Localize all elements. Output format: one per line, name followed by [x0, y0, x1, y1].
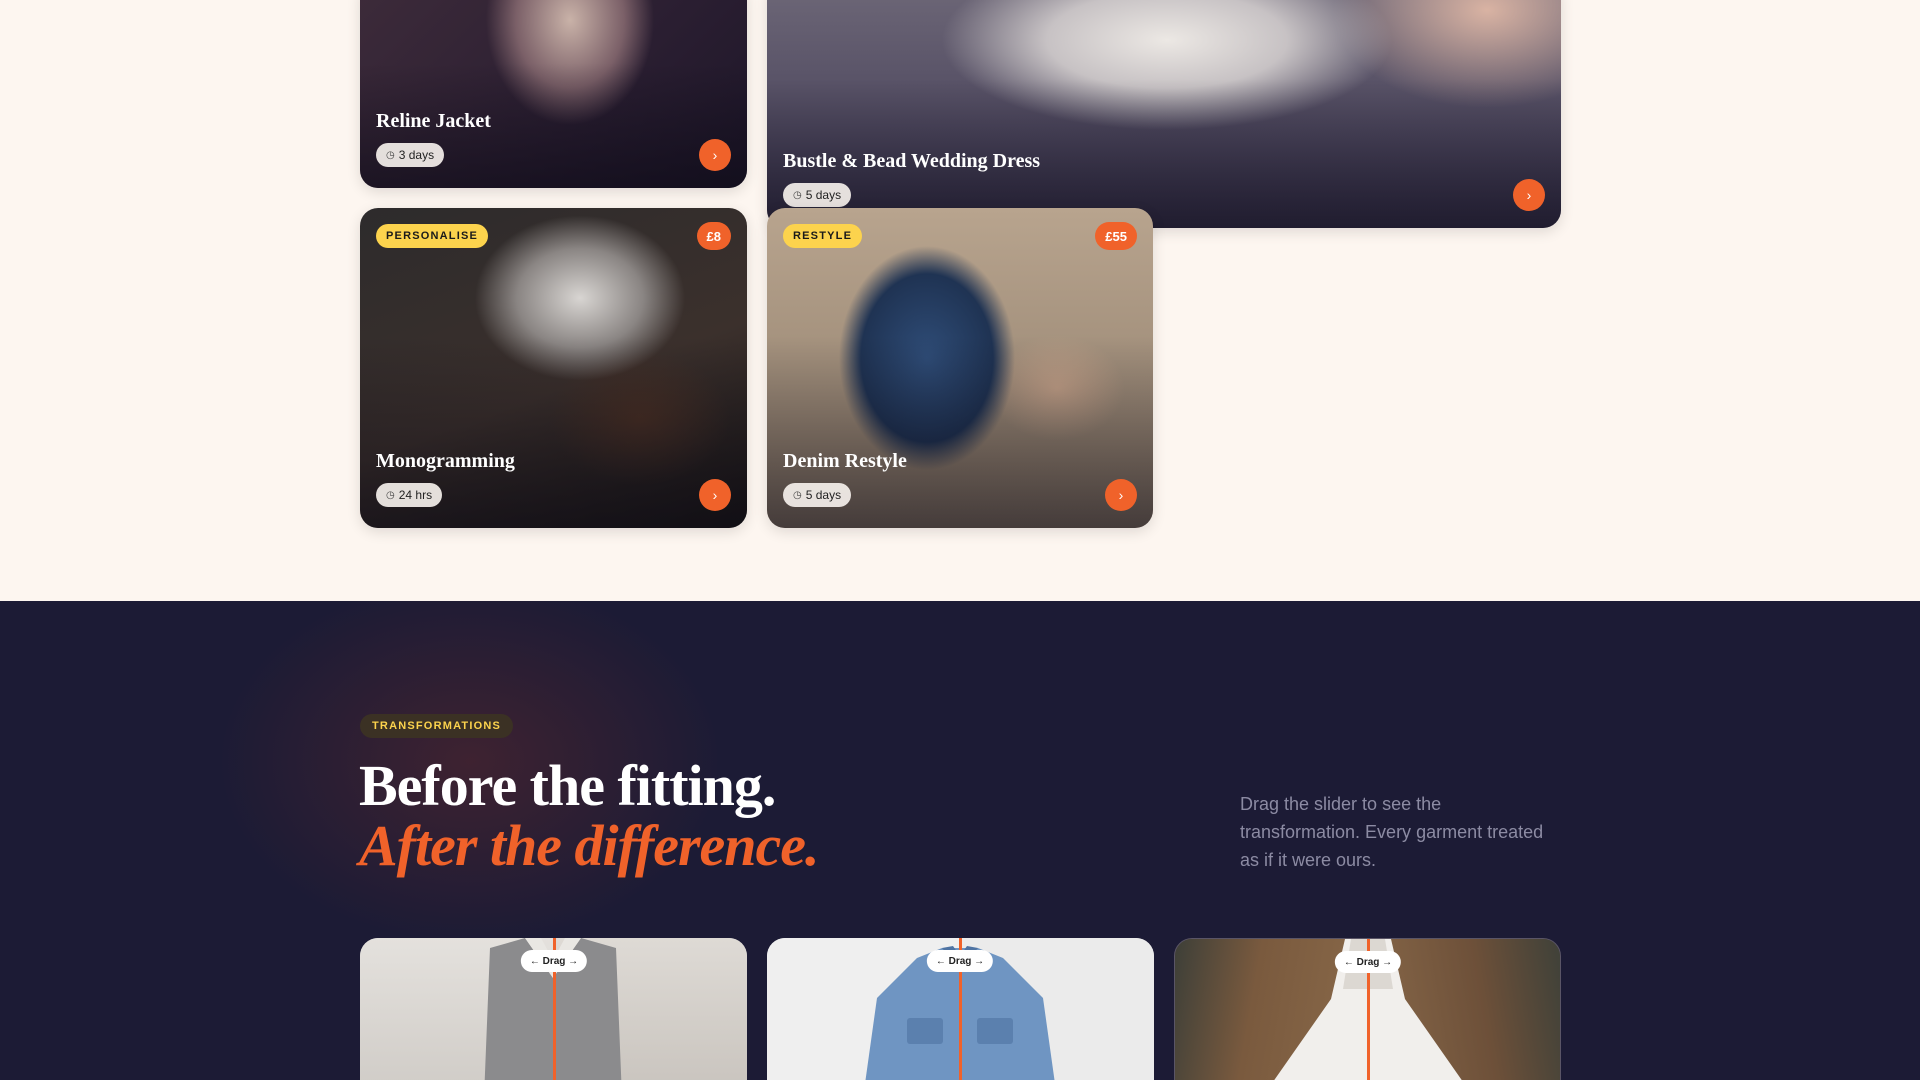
duration-badge: ◷ 3 days: [376, 143, 445, 167]
section-title: Before the fitting.: [359, 753, 776, 818]
clock-icon: ◷: [793, 489, 802, 501]
section-title-accent: After the difference.: [359, 813, 820, 878]
price-badge: £55: [1095, 222, 1137, 250]
card-shade: [767, 0, 1561, 228]
category-tag: PERSONALISE: [376, 224, 489, 248]
section-kicker: TRANSFORMATIONS: [360, 714, 514, 738]
drag-handle[interactable]: ← Drag →: [926, 950, 994, 972]
service-title: Reline Jacket: [376, 110, 491, 132]
service-card-monogramming[interactable]: PERSONALISE £8 Monogramming ◷ 24 hrs ›: [360, 208, 747, 528]
clock-icon: ◷: [793, 189, 802, 201]
service-title: Denim Restyle: [783, 450, 907, 472]
before-after-slider-denim[interactable]: ← Drag →: [767, 938, 1154, 1080]
chevron-right-icon[interactable]: ›: [1513, 179, 1545, 211]
chevron-right-icon[interactable]: ›: [1105, 479, 1137, 511]
chevron-right-icon[interactable]: ›: [699, 139, 731, 171]
section-description: Drag the slider to see the transformatio…: [1240, 794, 1544, 870]
service-card-reline-jacket[interactable]: Reline Jacket ◷ 3 days ›: [360, 0, 747, 188]
duration-text: 24 hrs: [398, 488, 433, 502]
clock-icon: ◷: [386, 489, 395, 501]
duration-badge: ◷ 24 hrs: [376, 483, 443, 507]
duration-text: 5 days: [805, 488, 842, 502]
category-tag: RESTYLE: [783, 224, 863, 248]
clock-icon: ◷: [386, 149, 395, 161]
service-card-bustle-bead[interactable]: Bustle & Bead Wedding Dress ◷ 5 days ›: [767, 0, 1561, 228]
chevron-right-icon[interactable]: ›: [699, 479, 731, 511]
drag-handle[interactable]: ← Drag →: [1334, 951, 1402, 973]
before-after-slider-suit[interactable]: ← Drag →: [360, 938, 747, 1080]
service-title: Monogramming: [376, 450, 515, 472]
card-shade: [360, 208, 747, 528]
before-after-slider-wedding-dress[interactable]: ← Drag →: [1174, 938, 1561, 1080]
price-badge: £8: [696, 222, 731, 250]
card-shade: [767, 208, 1153, 528]
duration-badge: ◷ 5 days: [783, 183, 852, 207]
duration-text: 3 days: [398, 148, 435, 162]
service-title: Bustle & Bead Wedding Dress: [783, 150, 1041, 172]
service-card-denim-restyle[interactable]: RESTYLE £55 Denim Restyle ◷ 5 days ›: [767, 208, 1153, 528]
duration-badge: ◷ 5 days: [783, 483, 852, 507]
services-section: Reline Jacket ◷ 3 days › Bustle & Bead W…: [0, 0, 1920, 601]
duration-text: 5 days: [805, 188, 842, 202]
drag-handle[interactable]: ← Drag →: [520, 950, 588, 972]
